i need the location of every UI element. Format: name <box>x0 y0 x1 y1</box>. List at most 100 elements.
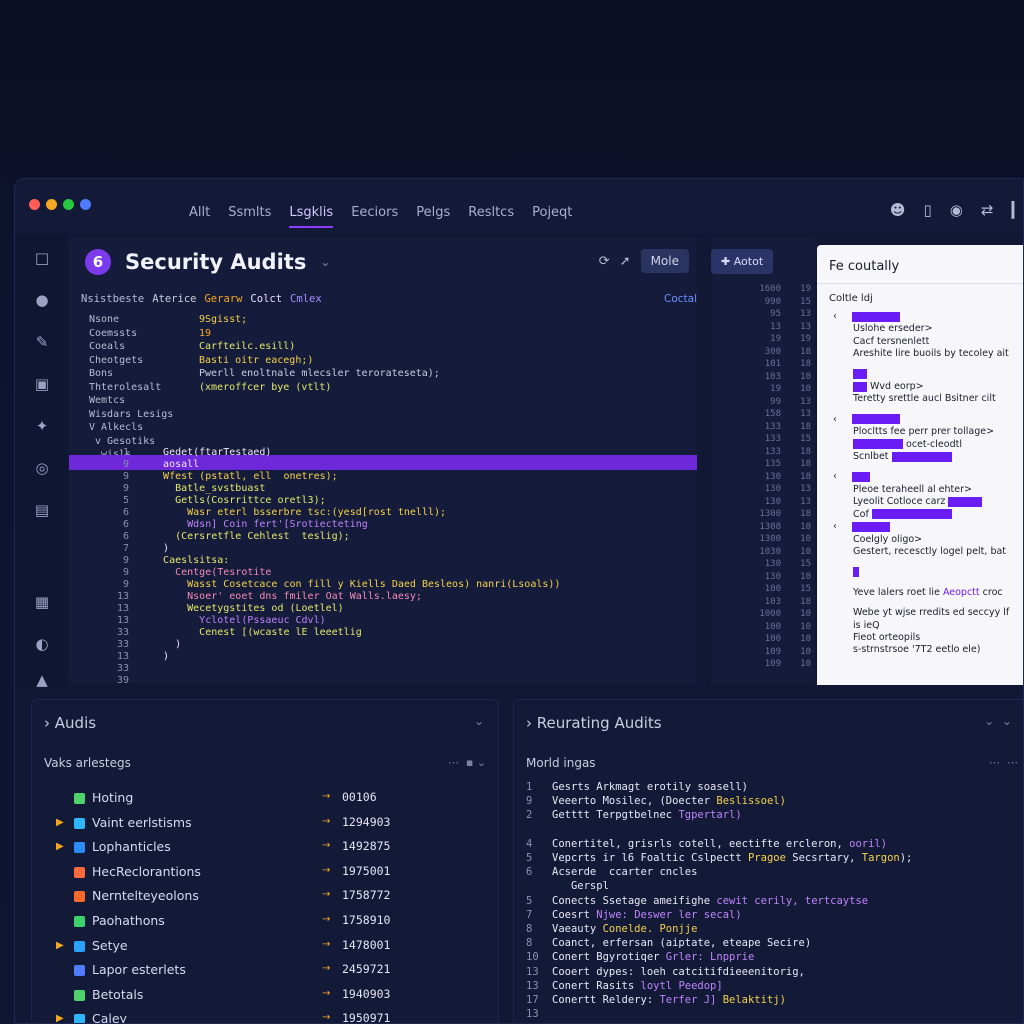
compass-icon[interactable]: ◐ <box>33 635 51 653</box>
audit-row[interactable]: Lapor esterlets → 2459721 <box>56 962 396 987</box>
more-button[interactable]: Mole <box>640 249 689 273</box>
report-text: Njwe: Deswer ler secal) <box>596 908 742 921</box>
chevron-icon[interactable]: ‹ <box>833 311 840 322</box>
reports-subtitle-icons[interactable]: ⋯ ⋯ <box>989 756 1018 769</box>
item-icon <box>74 817 85 829</box>
reports-header[interactable]: › Reurating Audits <box>526 714 662 732</box>
chevron-down-icon[interactable]: ⌄ <box>474 714 484 728</box>
code-line: Wasr eterl bsserbre tsc:(yesd[rost tnell… <box>145 507 447 518</box>
add-button[interactable]: ✚ Aotot <box>711 249 774 274</box>
tab-6[interactable]: Pojeqt <box>532 205 572 228</box>
chevron-icon[interactable]: ‹ <box>833 414 840 425</box>
report-lines: 1 Gesrts Arkmagt erotily soasell) 9 Veeerto… <box>526 780 912 1021</box>
puzzle-icon[interactable]: ✦ <box>33 417 51 435</box>
file-icon[interactable]: □ <box>33 249 51 267</box>
tree-key[interactable]: Thterolesalt <box>89 381 173 395</box>
layers-icon[interactable]: ▦ <box>33 593 51 611</box>
tree-key[interactable]: Wemtcs <box>89 394 173 408</box>
expand-arrow-icon[interactable]: ▶ <box>56 841 64 852</box>
item-icon <box>74 940 85 952</box>
window-dot-2[interactable] <box>63 199 74 210</box>
audit-row[interactable]: ▶ Caley → 1950971 <box>56 1011 396 1023</box>
audits-header[interactable]: › Audis <box>44 714 96 732</box>
tree-key[interactable]: Bons <box>89 367 173 381</box>
audit-row[interactable]: ▶ Lophanticles → 1492875 <box>56 839 396 864</box>
tree-key[interactable]: Coeals <box>89 340 173 354</box>
globe-icon[interactable]: ◎ <box>33 459 51 477</box>
audit-row[interactable]: ▶ Setye → 1478001 <box>56 938 396 963</box>
tab-4[interactable]: Pelgs <box>416 205 450 228</box>
code-line: Gedet(ftarTestaed) <box>145 447 272 458</box>
numbers-a: 1600 990 95 13 19 300 101 103 19 99 158 133 133 133 13… <box>741 283 781 671</box>
tab-2[interactable]: Lsgklis <box>289 205 334 228</box>
panel-line <box>833 599 1009 607</box>
tab-1[interactable]: Ssmlts <box>228 205 271 228</box>
panel-text: croc <box>979 586 1003 598</box>
tree-key[interactable]: Cheotgets <box>89 354 173 368</box>
panel-line: Yeve lalers roet lie Aeopctt croc <box>833 587 1009 599</box>
panel-link[interactable]: Aeopctt <box>943 587 980 598</box>
chevron-down-icon[interactable]: ⌄ <box>320 255 330 269</box>
refresh-icon[interactable]: ⟳ <box>599 254 610 269</box>
tree-value: Basti oitr eacegh;) <box>199 354 314 366</box>
line-number: 1 <box>526 781 533 793</box>
left-rail: □ ● ✎ ▣ ✦ ◎ ▤ ▦ ◐ ▲ <box>15 235 67 689</box>
item-icon <box>74 793 85 804</box>
audit-row[interactable]: HecReclorantions → 1975001 <box>56 864 396 889</box>
bookmark-icon[interactable]: ▣ <box>33 375 51 393</box>
shield-icon[interactable]: ◉ <box>950 201 963 219</box>
tree-key[interactable]: Wisdars Lesigs <box>89 408 173 422</box>
edit-icon[interactable]: ✎ <box>33 333 51 351</box>
window-dot-3[interactable] <box>80 199 91 210</box>
audit-row[interactable]: Hoting → 00106 <box>56 790 396 815</box>
audit-row[interactable]: ▶ Vaint eerlstisms → 1294903 <box>56 815 396 840</box>
line-number: 130 <box>764 559 781 569</box>
line-number: 10 <box>800 571 811 582</box>
code-line: Wecetygstites od (Loetlel) <box>145 603 344 614</box>
chevron-icon[interactable]: ‹ <box>833 471 840 482</box>
pin-icon[interactable]: ● <box>33 291 51 309</box>
window-dot-0[interactable] <box>29 199 40 210</box>
audits-subtitle-icons[interactable]: ⋯ ▪ ⌄ <box>448 756 486 769</box>
expand-arrow-icon[interactable]: ▶ <box>56 940 64 951</box>
line-number: 990 <box>764 296 781 307</box>
column-header[interactable]: Colct <box>250 293 282 305</box>
tree-key[interactable]: Coemssts <box>89 327 173 341</box>
expand-arrow-icon[interactable]: ▶ <box>56 1013 64 1023</box>
code-label[interactable]: Coctal <box>664 293 697 305</box>
audit-row[interactable]: Betotals → 1940903 <box>56 987 396 1012</box>
tree-key[interactable]: v Gesotiks <box>89 435 173 449</box>
line-number: 130 <box>764 571 781 582</box>
code-block[interactable]: Gedet(ftarTestaed) aosall Wfest (pstatl,… <box>145 447 560 663</box>
line-number: 13 <box>116 603 129 614</box>
audit-row[interactable]: Nerntelteyeolons → 1758772 <box>56 888 396 913</box>
highlight-bar <box>948 496 983 507</box>
column-header[interactable]: Nsistbeste <box>81 293 144 305</box>
column-header[interactable]: Cmlex <box>290 293 322 305</box>
message-icon[interactable]: ▤ <box>33 501 51 519</box>
audit-row[interactable]: Paohathons → 1758910 <box>56 913 396 938</box>
panel-line: Coelgly oligo> <box>853 533 923 545</box>
tab-5[interactable]: Resltcs <box>468 205 514 228</box>
user-icon[interactable]: ☻ <box>890 201 906 219</box>
column-header[interactable]: Gerarw <box>204 293 242 305</box>
chevron-icon[interactable]: ‹ <box>833 521 840 532</box>
sidebar-icon[interactable]: ▎ <box>1011 201 1023 219</box>
tab-3[interactable]: Eeciors <box>351 205 398 228</box>
tree-key[interactable]: V Alkecls <box>89 421 173 435</box>
tab-0[interactable]: Allt <box>189 205 210 228</box>
folder-icon[interactable]: ▲ <box>33 671 51 689</box>
share-icon[interactable]: ➚ <box>620 254 631 269</box>
swap-icon[interactable]: ⇄ <box>981 201 994 219</box>
window-dot-1[interactable] <box>46 199 57 210</box>
chevron-down-icon[interactable]: ⌄ ⌄ <box>984 714 1012 728</box>
line-number: 13 <box>116 615 129 626</box>
tree-key[interactable]: Nsone <box>89 313 173 327</box>
code-line: Wfest (pstatl, ell onetres); <box>145 471 338 482</box>
phone-icon[interactable]: ▯ <box>924 201 932 219</box>
line-number: 6 <box>122 519 129 530</box>
column-header[interactable]: Aterice <box>152 293 196 305</box>
expand-arrow-icon[interactable]: ▶ <box>56 817 64 828</box>
report-text: Vaeauty <box>552 923 603 936</box>
key-icon: → <box>322 913 331 925</box>
